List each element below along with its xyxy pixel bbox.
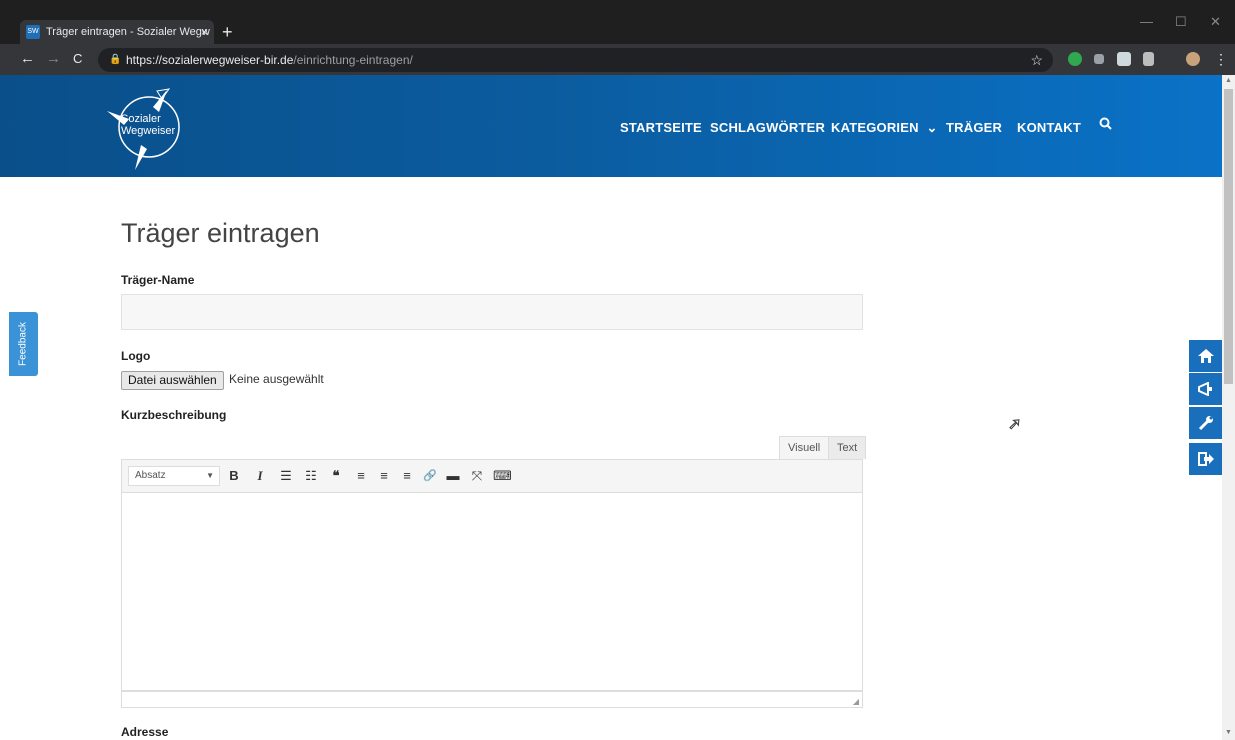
format-select-value: Absatz [135, 470, 166, 481]
wrench-icon[interactable] [1189, 407, 1222, 439]
align-center-icon[interactable]: ≡ [376, 468, 392, 484]
search-icon[interactable] [1099, 117, 1112, 134]
page-scrollbar[interactable]: ▲ ▼ [1222, 75, 1235, 740]
bullet-list-icon[interactable]: ☰ [278, 468, 294, 484]
back-icon[interactable]: ← [20, 50, 35, 68]
site-header: Sozialer Wegweiser STARTSEITE SCHLAGWÖRT… [0, 75, 1222, 177]
tab-title: Träger eintragen - Sozialer Wegw [46, 26, 210, 38]
browser-tab[interactable]: SW Träger eintragen - Sozialer Wegw × [20, 20, 214, 44]
kurzbeschreibung-label: Kurzbeschreibung [121, 408, 227, 422]
browser-menu-icon[interactable]: ⋮ [1214, 50, 1228, 68]
url-path: /einrichtung-eintragen/ [293, 53, 413, 67]
editor-toolbar: Absatz ▼ B I ☰ ☷ ❝ ≡ ≡ ≡ 🔗 ▬ ⤧ ⌨ [121, 459, 863, 493]
logo-line-1: Sozialer [121, 113, 161, 125]
favicon-icon: SW [26, 25, 40, 39]
nav-traeger[interactable]: TRÄGER [946, 120, 1002, 135]
tab-text[interactable]: Text [828, 436, 867, 459]
new-tab-button[interactable]: + [222, 20, 233, 44]
nav-startseite[interactable]: STARTSEITE [620, 120, 702, 135]
logo-text: Sozialer Wegweiser [121, 113, 175, 137]
tab-strip: SW Träger eintragen - Sozialer Wegw × + … [0, 0, 1235, 44]
window-close-icon[interactable]: ✕ [1210, 14, 1221, 30]
page-title: Träger eintragen [121, 218, 320, 248]
feedback-tab[interactable]: Feedback [9, 312, 38, 376]
site-logo[interactable]: Sozialer Wegweiser [107, 85, 202, 170]
editor-content-area[interactable] [121, 493, 863, 691]
close-tab-icon[interactable]: × [201, 20, 208, 44]
chevron-down-icon: ⌄ [926, 120, 938, 135]
lock-icon: 🔒 [109, 54, 122, 65]
resize-handle-icon[interactable]: ◢ [853, 697, 859, 706]
maximize-icon[interactable]: ☐ [1175, 14, 1187, 30]
format-select[interactable]: Absatz ▼ [128, 466, 220, 486]
italic-icon[interactable]: I [252, 468, 268, 484]
scroll-thumb[interactable] [1224, 89, 1233, 384]
nav-kontakt[interactable]: KONTAKT [1017, 120, 1081, 135]
forward-icon[interactable]: → [46, 50, 61, 68]
browser-toolbar: ← → C 🔒 https://sozialerwegweiser-bir.de… [0, 44, 1235, 75]
blockquote-icon[interactable]: ❝ [328, 468, 344, 484]
logout-icon[interactable] [1189, 443, 1222, 475]
reload-icon[interactable]: C [73, 50, 82, 68]
link-icon[interactable]: 🔗 [422, 468, 438, 484]
numbered-list-icon[interactable]: ☷ [303, 468, 319, 484]
adresse-label: Adresse [121, 725, 169, 739]
feedback-label: Feedback [17, 322, 29, 366]
url-host: https://sozialerwegweiser-bir.de [126, 53, 294, 67]
scroll-up-icon[interactable]: ▲ [1225, 77, 1232, 84]
bookmark-star-icon[interactable]: ☆ [1030, 48, 1043, 72]
editor-statusbar: ◢ [121, 691, 863, 708]
evernote-extension-icon[interactable] [1068, 52, 1082, 66]
browser-chrome: SW Träger eintragen - Sozialer Wegw × + … [0, 0, 1235, 75]
file-status-text: Keine ausgewählt [229, 372, 324, 386]
bold-icon[interactable]: B [226, 468, 242, 484]
extension-icon-2[interactable] [1117, 52, 1131, 66]
scroll-down-icon[interactable]: ▼ [1225, 729, 1232, 736]
traeger-name-input[interactable] [121, 294, 863, 330]
file-choose-button[interactable]: Datei auswählen [121, 371, 224, 390]
keyboard-toolbar-icon[interactable]: ⌨ [493, 468, 512, 484]
address-bar[interactable]: 🔒 https://sozialerwegweiser-bir.de/einri… [98, 48, 1053, 72]
nav-kategorien[interactable]: KATEGORIEN ⌄ [831, 120, 938, 136]
extension-icon-3[interactable] [1143, 52, 1154, 66]
align-left-icon[interactable]: ≡ [353, 468, 369, 484]
traeger-name-label: Träger-Name [121, 273, 195, 287]
logo-line-2: Wegweiser [121, 125, 176, 137]
fullscreen-icon[interactable]: ⤧ [469, 468, 485, 484]
home-icon[interactable] [1189, 340, 1222, 372]
align-right-icon[interactable]: ≡ [399, 468, 415, 484]
dropdown-arrow-icon: ▼ [206, 471, 214, 480]
megaphone-icon[interactable] [1189, 373, 1222, 405]
read-more-icon[interactable]: ▬ [445, 468, 461, 484]
logo-label: Logo [121, 349, 151, 363]
mouse-cursor-icon: ➚ [1007, 416, 1022, 434]
extension-icon[interactable] [1094, 54, 1104, 64]
nav-schlagwoerter[interactable]: SCHLAGWÖRTER [710, 120, 825, 135]
minimize-icon[interactable]: — [1140, 14, 1153, 29]
tab-visuell[interactable]: Visuell [779, 436, 830, 459]
profile-avatar[interactable] [1186, 52, 1200, 66]
nav-kategorien-label: KATEGORIEN [831, 120, 919, 135]
